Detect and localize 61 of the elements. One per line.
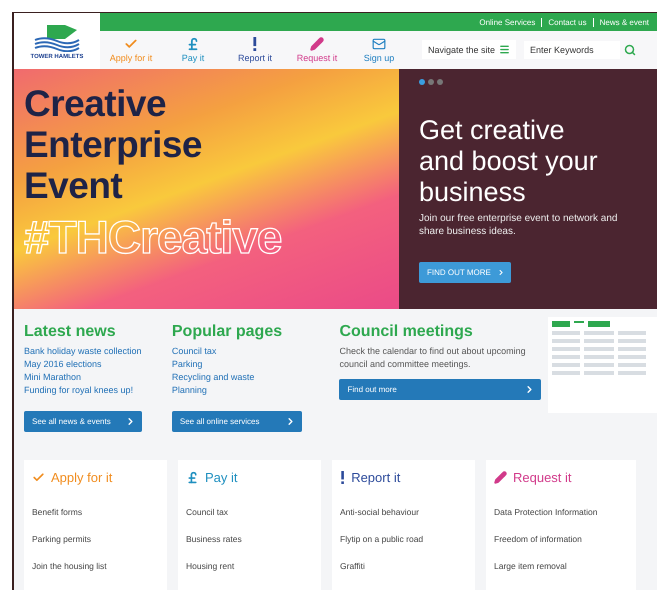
slide-text: Join our free enterprise event to network and share business ideas.	[419, 212, 618, 238]
news-link[interactable]: Funding for royal knees up!	[24, 384, 172, 397]
service-link[interactable]: Business rates	[186, 526, 313, 553]
nav-link[interactable]: Pay it	[162, 36, 224, 63]
find-out-more-button[interactable]: Find out more	[339, 378, 542, 400]
service-link[interactable]: Large item removal	[494, 552, 628, 580]
menu-icon	[499, 44, 510, 56]
pencil-icon	[310, 36, 324, 51]
top-link[interactable]: Online Services	[473, 18, 542, 26]
hero-headline: Event	[24, 164, 122, 206]
news-link[interactable]: Mini Marathon	[24, 370, 172, 384]
card-title[interactable]: Pay it	[205, 470, 238, 485]
section-heading: Council meetings	[339, 322, 474, 341]
hero-headline: Creative	[24, 82, 168, 124]
service-link[interactable]: Parking permits	[32, 526, 159, 553]
service-link[interactable]: Freedom of information	[494, 526, 628, 553]
service-link[interactable]: Flytip on a public road	[340, 526, 467, 553]
council-text: Check the calendar to find out about upcoming council and committee meetings.	[339, 344, 527, 371]
search-icon[interactable]	[624, 44, 636, 56]
see-all-button[interactable]: See all online services	[172, 410, 302, 432]
check-icon	[124, 36, 138, 51]
exclamation-icon	[252, 36, 258, 51]
pencil-icon	[494, 470, 507, 484]
card-title[interactable]: Request it	[513, 470, 572, 485]
check-icon	[32, 470, 45, 484]
mail-icon	[372, 36, 386, 51]
nav-link[interactable]: Sign up	[348, 36, 410, 63]
navigate-menu-button[interactable]: Navigate the site	[422, 40, 516, 60]
service-link[interactable]: Benefit forms	[32, 498, 159, 526]
hero-headline: Enterprise	[24, 124, 204, 165]
pound-icon	[186, 36, 200, 51]
section-heading: Popular pages	[172, 322, 284, 341]
top-link[interactable]: News & event	[592, 18, 655, 26]
service-link[interactable]: Data Protection Information	[494, 498, 628, 526]
news-link[interactable]: Bank holiday waste collection	[24, 344, 172, 358]
card-title[interactable]: Report it	[351, 470, 400, 485]
carousel-dot[interactable]	[428, 78, 434, 85]
service-link[interactable]: Graffiti	[340, 552, 467, 580]
pound-icon	[186, 470, 199, 484]
hero-hashtag: #THCreative	[24, 210, 282, 264]
exclamation-icon	[340, 470, 346, 484]
search-field[interactable]: Enter Keywords	[524, 40, 620, 59]
see-all-button[interactable]: See all news & events	[24, 410, 142, 432]
news-link[interactable]: Parking	[172, 358, 340, 371]
news-link[interactable]: Council tax	[172, 344, 340, 358]
section-heading: Latest news	[24, 322, 117, 341]
service-link[interactable]: Join the housing list	[32, 552, 159, 580]
slide-title: Get creative and boost your business	[419, 114, 599, 208]
carousel-dot[interactable]	[437, 78, 443, 85]
nav-link[interactable]: Report it	[224, 36, 286, 63]
service-link[interactable]: Council tax	[186, 498, 313, 526]
news-link[interactable]: May 2016 elections	[24, 358, 172, 371]
news-link[interactable]: Planning	[172, 384, 340, 397]
service-link[interactable]: Housing rent	[186, 552, 313, 580]
carousel-dot[interactable]	[419, 78, 425, 85]
find-out-more-button[interactable]: FIND OUT MORE	[419, 262, 511, 283]
card-title[interactable]: Apply for it	[51, 470, 112, 485]
top-link[interactable]: Contact us	[541, 18, 593, 26]
news-link[interactable]: Recycling and waste	[172, 370, 340, 384]
nav-link[interactable]: Request it	[286, 36, 348, 63]
service-link[interactable]: Anti-social behaviour	[340, 498, 467, 526]
